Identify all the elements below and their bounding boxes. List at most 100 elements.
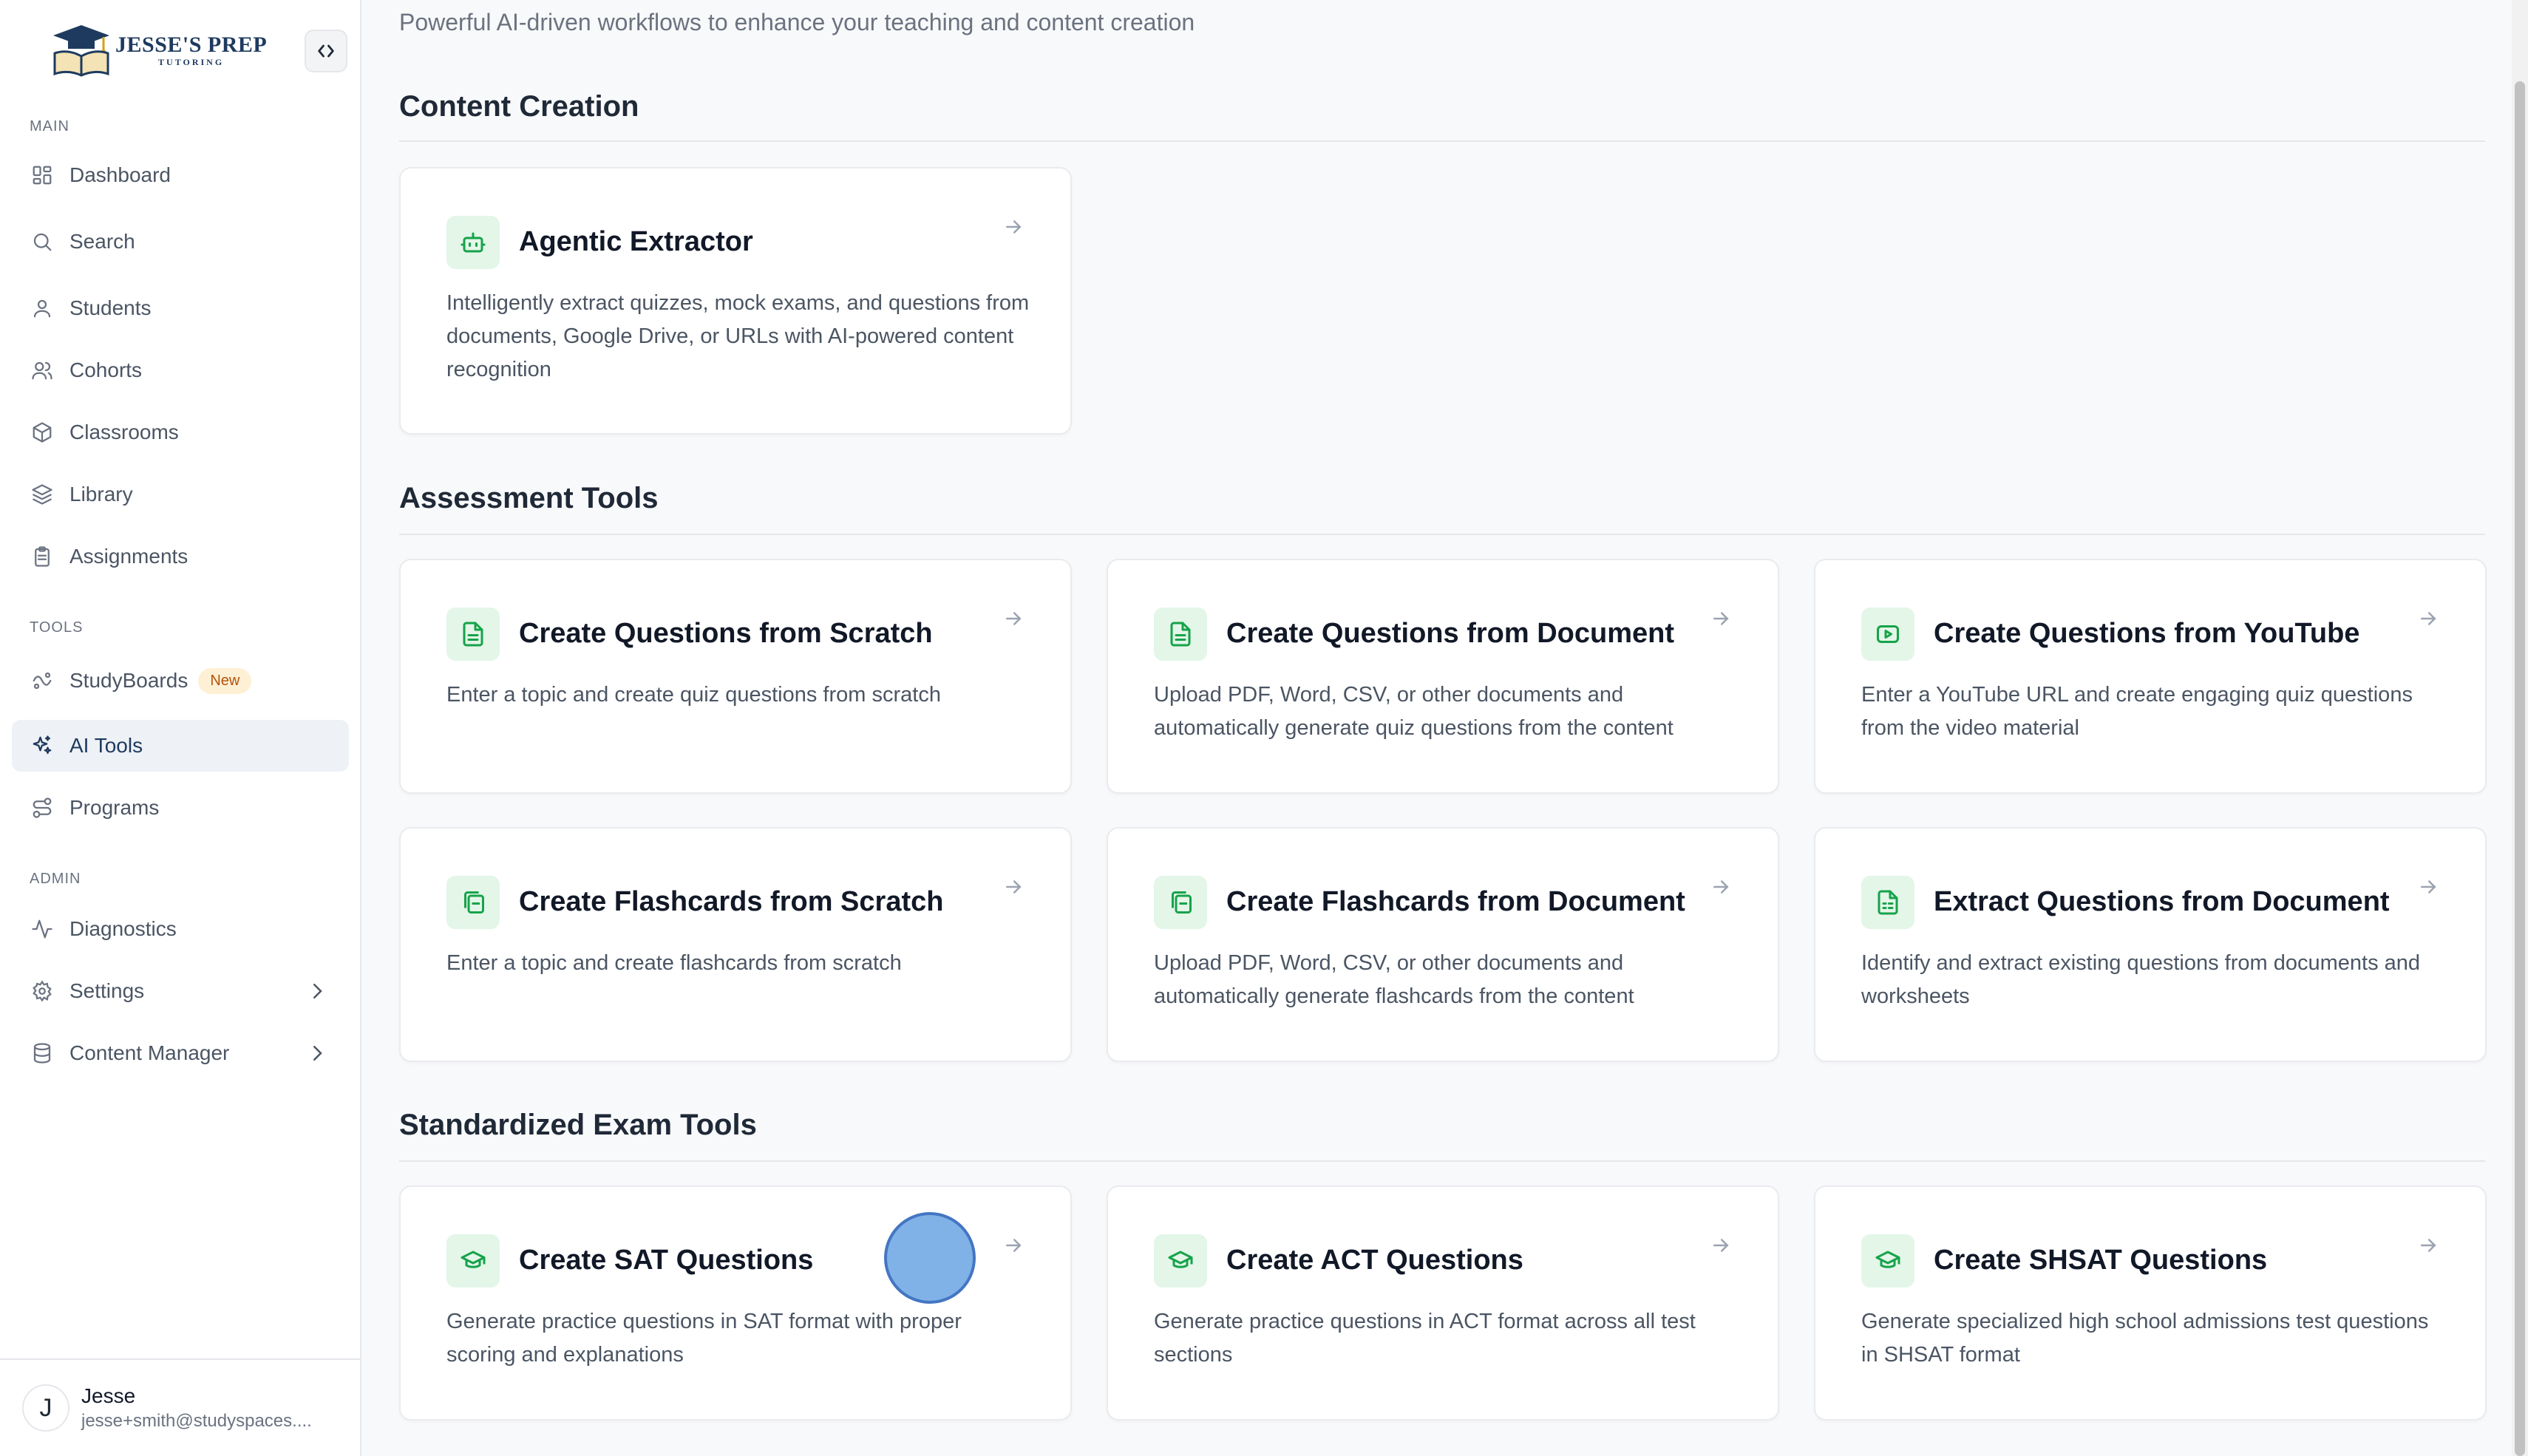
sidebar-item-library[interactable]: Library (12, 469, 349, 520)
nav-section-main: MAIN (30, 118, 69, 135)
section-divider (399, 534, 2485, 535)
sidebar-item-content-manager[interactable]: Content Manager (12, 1027, 349, 1079)
collapse-sidebar-button[interactable] (305, 30, 347, 72)
users-icon (30, 358, 55, 383)
file-text-icon (446, 608, 500, 661)
card-create-flashcards-document[interactable]: Create Flashcards from Document Upload P… (1107, 827, 1779, 1062)
box-icon (30, 420, 55, 445)
sidebar-item-label: Library (69, 483, 133, 506)
youtube-icon (1861, 608, 1914, 661)
route-icon (30, 795, 55, 820)
sparkles-icon (30, 733, 55, 758)
card-description: Identify and extract existing questions … (1861, 951, 2421, 1008)
dashboard-icon (30, 163, 55, 188)
arrow-right-icon (1710, 1234, 1732, 1256)
card-create-flashcards-scratch[interactable]: Create Flashcards from Scratch Enter a t… (399, 827, 1072, 1062)
user-profile[interactable]: J Jesse jesse+smith@studyspaces.... (0, 1358, 361, 1456)
card-create-act-questions[interactable]: Create ACT Questions Generate practice q… (1107, 1185, 1779, 1421)
section-title-standardized-exam-tools: Standardized Exam Tools (399, 1109, 757, 1141)
sidebar-item-diagnostics[interactable]: Diagnostics (12, 903, 349, 955)
sidebar-item-label: Cohorts (69, 358, 143, 381)
robot-icon (446, 216, 500, 269)
card-create-questions-scratch[interactable]: Create Questions from Scratch Enter a to… (399, 559, 1072, 794)
section-title-content-creation: Content Creation (399, 90, 639, 123)
sidebar-item-label: StudyBoards (69, 669, 188, 692)
card-create-shsat-questions[interactable]: Create SHSAT Questions Generate speciali… (1814, 1185, 2487, 1421)
card-description: Generate practice questions in SAT forma… (446, 1310, 962, 1367)
sidebar-item-studyboards[interactable]: StudyBoards New (12, 655, 349, 707)
avatar: J (22, 1384, 69, 1432)
gear-icon (30, 979, 55, 1004)
user-email: jesse+smith@studyspaces.... (81, 1411, 312, 1431)
section-title-assessment-tools: Assessment Tools (399, 482, 659, 514)
user-icon (30, 296, 55, 321)
logo-book-icon (50, 22, 112, 78)
sidebar-item-label: Diagnostics (69, 917, 177, 940)
sidebar-item-programs[interactable]: Programs (12, 782, 349, 834)
clipboard-icon (30, 544, 55, 569)
search-icon (30, 229, 55, 254)
file-spreadsheet-icon (1861, 876, 1914, 929)
sidebar-item-search[interactable]: Search (12, 216, 349, 268)
sidebar-item-label: Search (69, 230, 135, 253)
card-extract-questions-document[interactable]: Extract Questions from Document Identify… (1814, 827, 2487, 1062)
card-description: Generate practice questions in ACT forma… (1154, 1310, 1696, 1367)
sidebar-item-classrooms[interactable]: Classrooms (12, 406, 349, 458)
card-agentic-extractor[interactable]: Agentic Extractor Intelligently extract … (399, 167, 1072, 435)
sidebar-item-label: Students (69, 296, 152, 319)
card-description: Upload PDF, Word, CSV, or other document… (1154, 683, 1674, 740)
brand-logo[interactable]: JESSE'S PREP TUTORING (50, 21, 267, 80)
sidebar-item-label: Settings (69, 979, 145, 1002)
card-create-questions-document[interactable]: Create Questions from Document Upload PD… (1107, 559, 1779, 794)
nav-section-tools: TOOLS (30, 619, 84, 636)
card-title: Agentic Extractor (519, 226, 753, 257)
card-description: Enter a topic and create flashcards from… (446, 951, 902, 975)
sidebar-item-dashboard[interactable]: Dashboard (12, 149, 349, 201)
arrow-right-icon (1002, 216, 1025, 238)
sidebar-item-ai-tools[interactable]: AI Tools (12, 720, 349, 772)
graduation-cap-icon (1154, 1234, 1207, 1287)
database-icon (30, 1041, 55, 1066)
brand-subtitle: TUTORING (158, 57, 225, 67)
arrow-right-icon (2417, 1234, 2439, 1256)
sidebar-item-settings[interactable]: Settings (12, 965, 349, 1017)
page-subtitle: Powerful AI-driven workflows to enhance … (399, 9, 1195, 35)
sidebar-item-students[interactable]: Students (12, 282, 349, 334)
cursor-indicator (884, 1212, 976, 1304)
card-title: Create Questions from Scratch (519, 618, 933, 649)
card-description: Intelligently extract quizzes, mock exam… (446, 291, 1030, 381)
card-title: Create Flashcards from Scratch (519, 886, 944, 917)
arrow-right-icon (1002, 876, 1025, 898)
layers-icon (30, 482, 55, 507)
user-name: Jesse (81, 1384, 136, 1407)
sidebar-item-label: Content Manager (69, 1041, 230, 1064)
arrow-right-icon (2417, 608, 2439, 630)
section-divider (399, 1160, 2485, 1162)
arrow-right-icon (2417, 876, 2439, 898)
card-create-sat-questions[interactable]: Create SAT Questions Generate practice q… (399, 1185, 1072, 1421)
arrow-right-icon (1002, 1234, 1025, 1256)
sidebar: JESSE'S PREP TUTORING MAIN Dashboard Sea… (0, 0, 361, 1456)
card-create-questions-youtube[interactable]: Create Questions from YouTube Enter a Yo… (1814, 559, 2487, 794)
card-title: Create SAT Questions (519, 1245, 814, 1276)
section-divider (399, 140, 2485, 142)
card-title: Create Flashcards from Document (1226, 886, 1685, 917)
graduation-cap-icon (1861, 1234, 1914, 1287)
scrollbar[interactable] (2512, 0, 2528, 1456)
card-description: Generate specialized high school admissi… (1861, 1310, 2429, 1367)
sidebar-item-cohorts[interactable]: Cohorts (12, 344, 349, 396)
new-badge: New (198, 667, 252, 694)
nav-section-admin: ADMIN (30, 871, 81, 887)
arrow-right-icon (1002, 608, 1025, 630)
chevron-right-icon (306, 980, 328, 1002)
code-brackets-icon (318, 44, 334, 58)
graduation-cap-icon (446, 1234, 500, 1287)
card-title: Create Questions from YouTube (1934, 618, 2360, 649)
scrollbar-thumb[interactable] (2515, 81, 2525, 1456)
sidebar-item-label: Dashboard (69, 163, 171, 186)
flashcards-icon (1154, 876, 1207, 929)
flashcards-icon (446, 876, 500, 929)
sidebar-item-label: Assignments (69, 545, 188, 568)
sidebar-item-assignments[interactable]: Assignments (12, 531, 349, 582)
arrow-right-icon (1710, 876, 1732, 898)
